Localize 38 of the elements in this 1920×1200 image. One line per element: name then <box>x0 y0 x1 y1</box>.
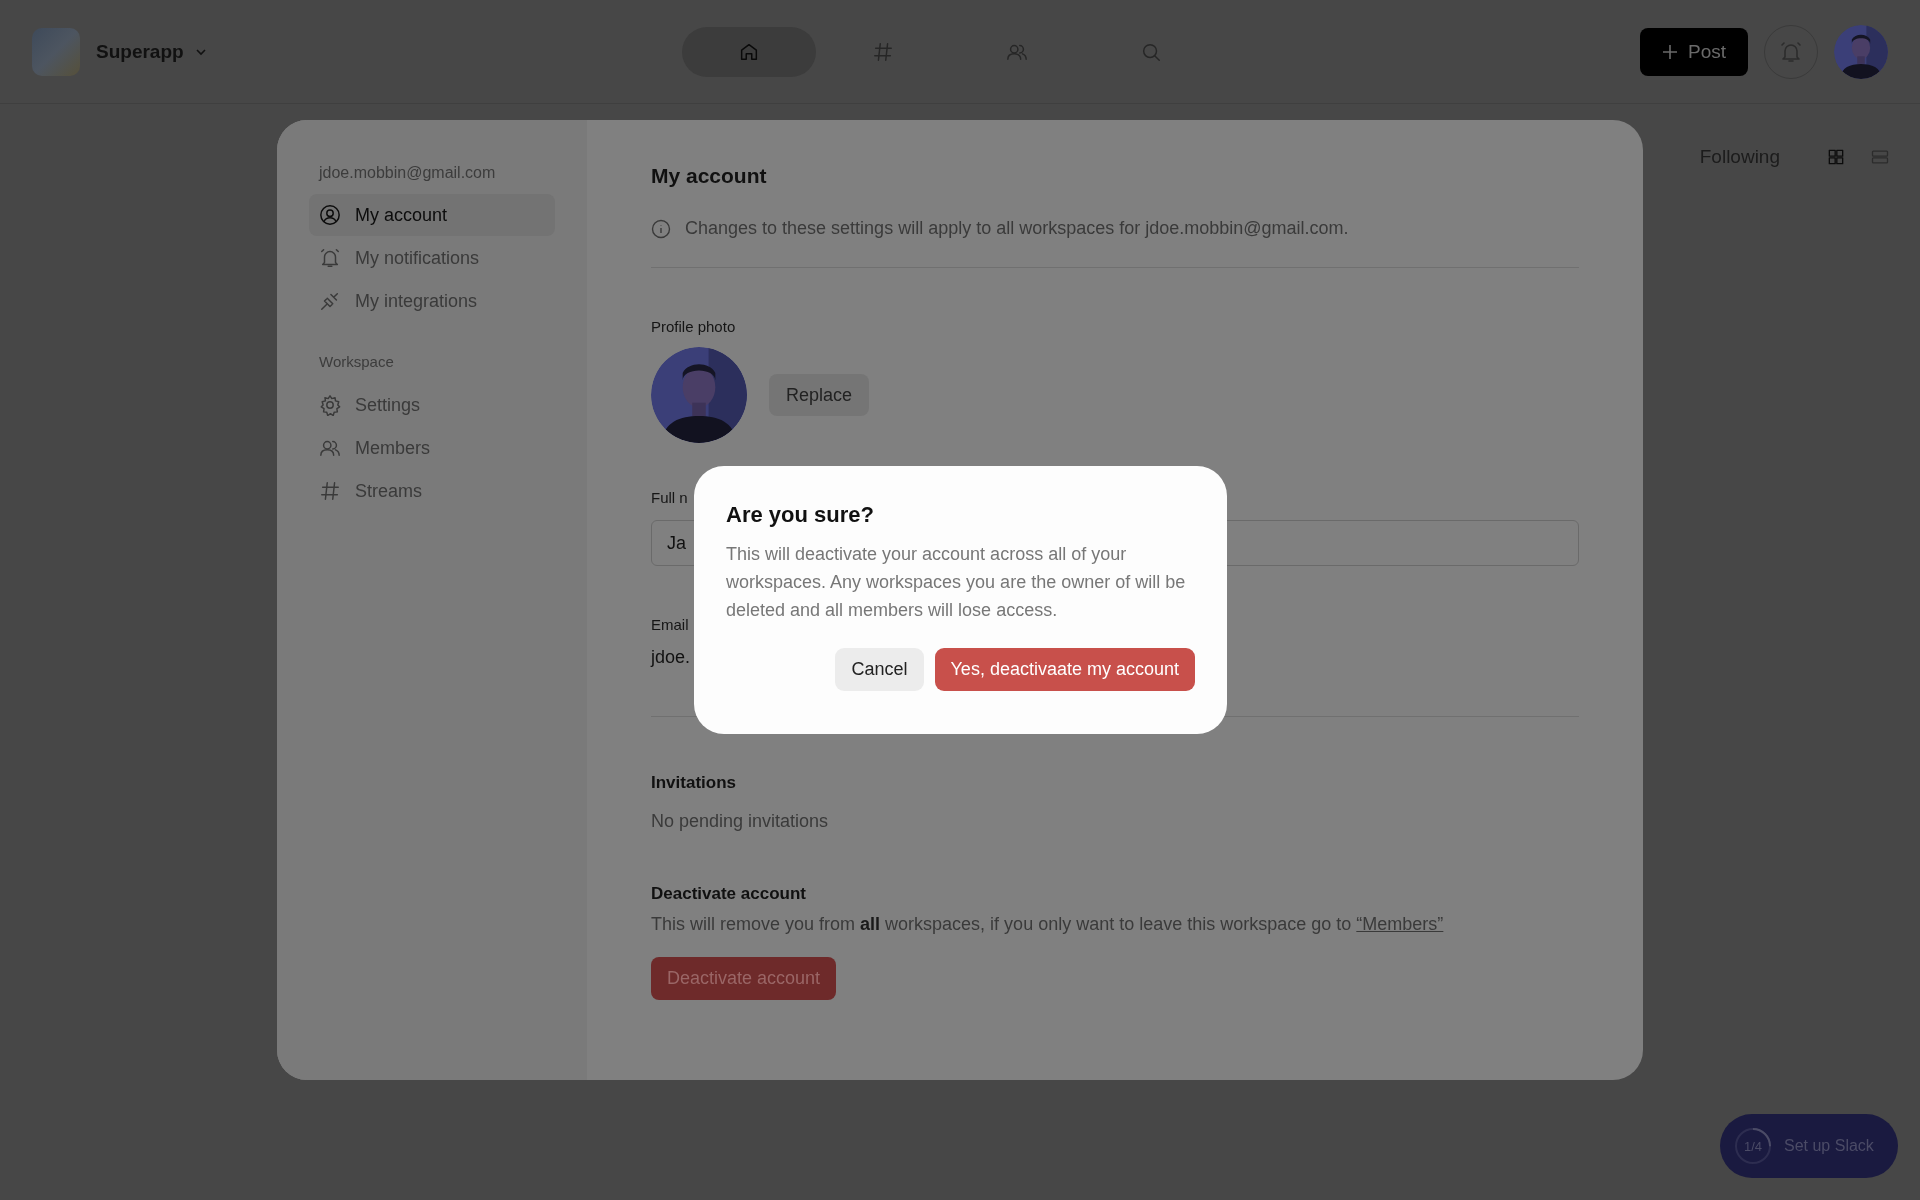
post-button[interactable]: Post <box>1639 27 1748 76</box>
plug-icon <box>319 290 341 312</box>
nav-tab[interactable] <box>682 26 816 77</box>
user-icon <box>319 204 341 226</box>
page-title: My account <box>651 164 768 188</box>
confirm-button[interactable]: Yes, deactivaate my account <box>934 648 1195 691</box>
info-icon <box>651 218 671 239</box>
grid-view-icon <box>1826 147 1846 167</box>
sidebar-item[interactable]: My integrations <box>309 280 555 322</box>
section-heading: Deactivate account <box>651 884 807 904</box>
sidebar-item[interactable]: My account <box>309 194 555 236</box>
view-toggle[interactable] <box>1826 147 1846 167</box>
field-label: Full n <box>651 489 688 506</box>
hash-icon <box>872 40 894 63</box>
bell-icon <box>319 247 341 269</box>
bell-icon <box>1779 39 1803 64</box>
sidebar-item[interactable]: My notifications <box>309 237 555 279</box>
plus-icon <box>1661 43 1678 60</box>
sidebar-item[interactable]: Settings <box>309 384 555 426</box>
sidebar-item[interactable]: Members <box>309 427 555 469</box>
gear-icon <box>319 394 341 416</box>
section-heading: Workspace <box>319 353 395 370</box>
dialog-message: This will deactivate your account across all of your workspaces. Any workspaces you are the owner of will be deleted and all members will lose access. <box>726 543 1187 622</box>
deactivate-description: This will remove you from all workspaces, if you only want to leave this workspace go to “Members” <box>651 914 1445 935</box>
workspace-logo[interactable] <box>32 27 80 76</box>
replace-button[interactable]: Replace <box>769 374 870 416</box>
account-email: jdoe.mobbin@gmail.com <box>319 164 497 182</box>
cancel-button[interactable]: Cancel <box>835 648 924 691</box>
section-heading: Invitations <box>651 773 737 793</box>
dialog-title: Are you sure? <box>726 502 875 528</box>
members-link[interactable]: “Members” <box>1356 914 1444 934</box>
invitations-text: No pending invitations <box>651 811 830 832</box>
field-label: Email <box>651 616 689 633</box>
info-text: Changes to these settings will apply to all workspaces for jdoe.mobbin@gmail.com. <box>685 218 1349 239</box>
sidebar-item[interactable]: Streams <box>309 470 555 512</box>
field-label: Profile photo <box>651 318 736 335</box>
hash-icon <box>319 480 341 502</box>
deactivate-button[interactable]: Deactivate account <box>651 957 837 1000</box>
